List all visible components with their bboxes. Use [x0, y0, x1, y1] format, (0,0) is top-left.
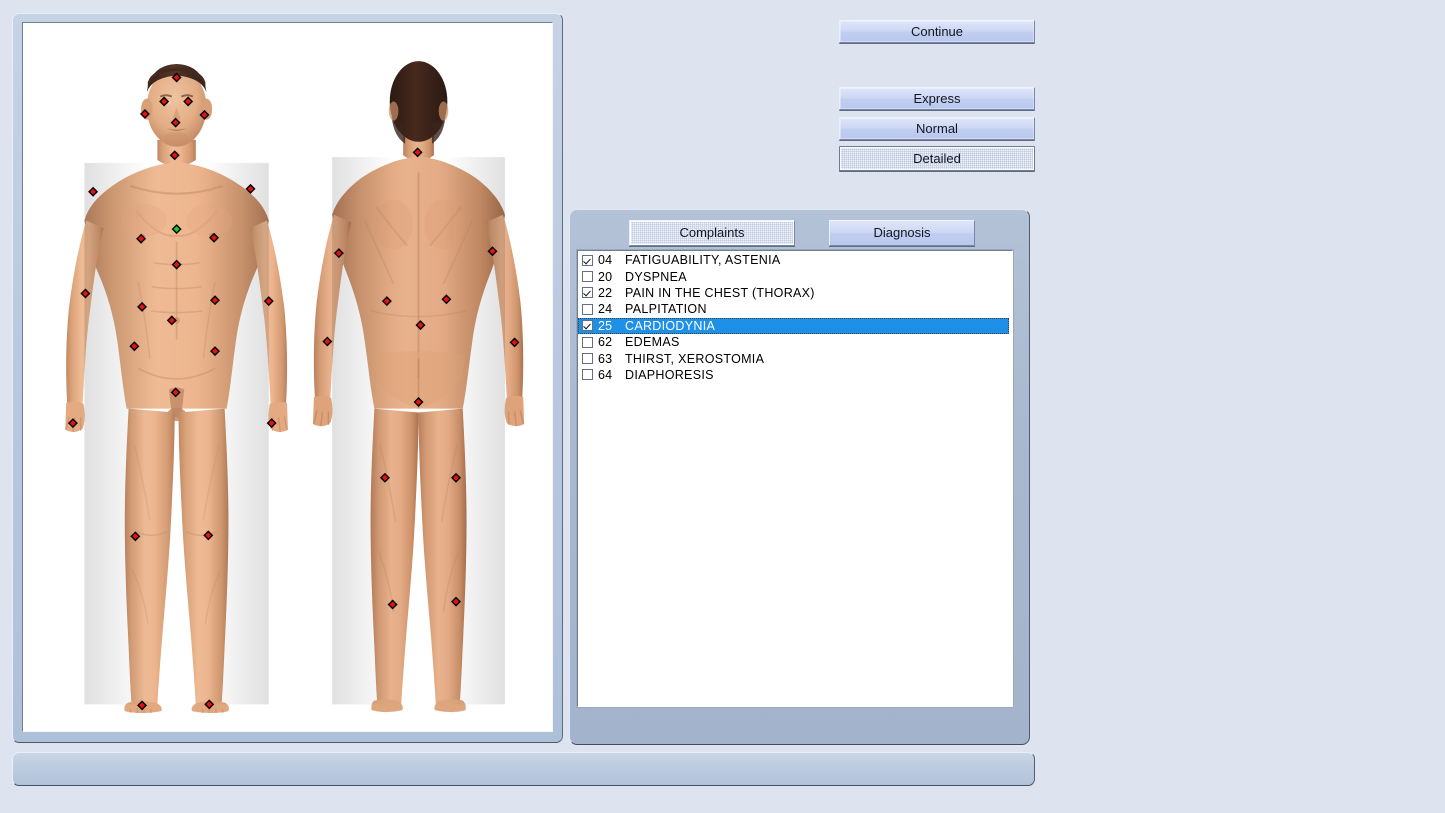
- complaint-checkbox[interactable]: [582, 337, 593, 348]
- complaint-row[interactable]: 25 CARDIODYNIA: [578, 318, 1009, 334]
- complaint-code: 22: [598, 286, 618, 300]
- complaint-code: 04: [598, 253, 618, 267]
- complaint-checkbox[interactable]: [582, 255, 593, 266]
- complaints-listbox[interactable]: 04 FATIGUABILITY, ASTENIA 20 DYSPNEA 22 PAIN …: [577, 250, 1013, 707]
- complaint-checkbox[interactable]: [582, 271, 593, 282]
- complaint-row[interactable]: 62 EDEMAS: [578, 334, 1012, 350]
- application-window: Continue Express Normal Detailed Complai…: [0, 0, 1445, 813]
- complaint-code: 25: [598, 319, 618, 333]
- complaint-code: 20: [598, 270, 618, 284]
- complaint-label: DYSPNEA: [625, 270, 687, 284]
- complaints-panel: Complaints Diagnosis 04 FATIGUABILITY, AS…: [569, 209, 1030, 745]
- figure-posterior[interactable]: [313, 61, 524, 712]
- complaint-row[interactable]: 64 DIAPHORESIS: [578, 367, 1012, 383]
- complaint-label: EDEMAS: [625, 335, 680, 349]
- complaint-row[interactable]: 22 PAIN IN THE CHEST (THORAX): [578, 285, 1012, 301]
- mode-button-normal[interactable]: Normal: [839, 117, 1035, 140]
- complaint-label: PALPITATION: [625, 302, 707, 316]
- complaint-row[interactable]: 63 THIRST, XEROSTOMIA: [578, 350, 1012, 366]
- complaint-label: THIRST, XEROSTOMIA: [625, 352, 764, 366]
- complaint-row[interactable]: 24 PALPITATION: [578, 301, 1012, 317]
- human-body-figures[interactable]: [23, 23, 552, 731]
- tab-diagnosis[interactable]: Diagnosis: [829, 220, 975, 246]
- body-image-panel: [12, 13, 563, 743]
- complaint-label: FATIGUABILITY, ASTENIA: [625, 253, 781, 267]
- mode-button-detailed[interactable]: Detailed: [839, 146, 1035, 171]
- tab-complaints[interactable]: Complaints: [629, 220, 795, 246]
- complaint-checkbox[interactable]: [582, 304, 593, 315]
- complaint-code: 62: [598, 335, 618, 349]
- complaint-row[interactable]: 04 FATIGUABILITY, ASTENIA: [578, 252, 1012, 268]
- complaint-code: 24: [598, 302, 618, 316]
- complaint-label: DIAPHORESIS: [625, 368, 714, 382]
- complaint-checkbox[interactable]: [582, 353, 593, 364]
- panel-tab-bar: Complaints Diagnosis: [570, 220, 1029, 248]
- complaint-label: CARDIODYNIA: [625, 319, 715, 333]
- complaint-row[interactable]: 20 DYSPNEA: [578, 268, 1012, 284]
- complaint-code: 64: [598, 368, 618, 382]
- complaint-checkbox[interactable]: [582, 320, 593, 331]
- status-bar: [12, 752, 1035, 786]
- complaint-checkbox[interactable]: [582, 287, 593, 298]
- body-image-canvas[interactable]: [22, 22, 553, 732]
- complaint-code: 63: [598, 352, 618, 366]
- complaint-label: PAIN IN THE CHEST (THORAX): [625, 286, 815, 300]
- continue-button[interactable]: Continue: [839, 20, 1035, 43]
- mode-button-express[interactable]: Express: [839, 87, 1035, 110]
- complaint-checkbox[interactable]: [582, 369, 593, 380]
